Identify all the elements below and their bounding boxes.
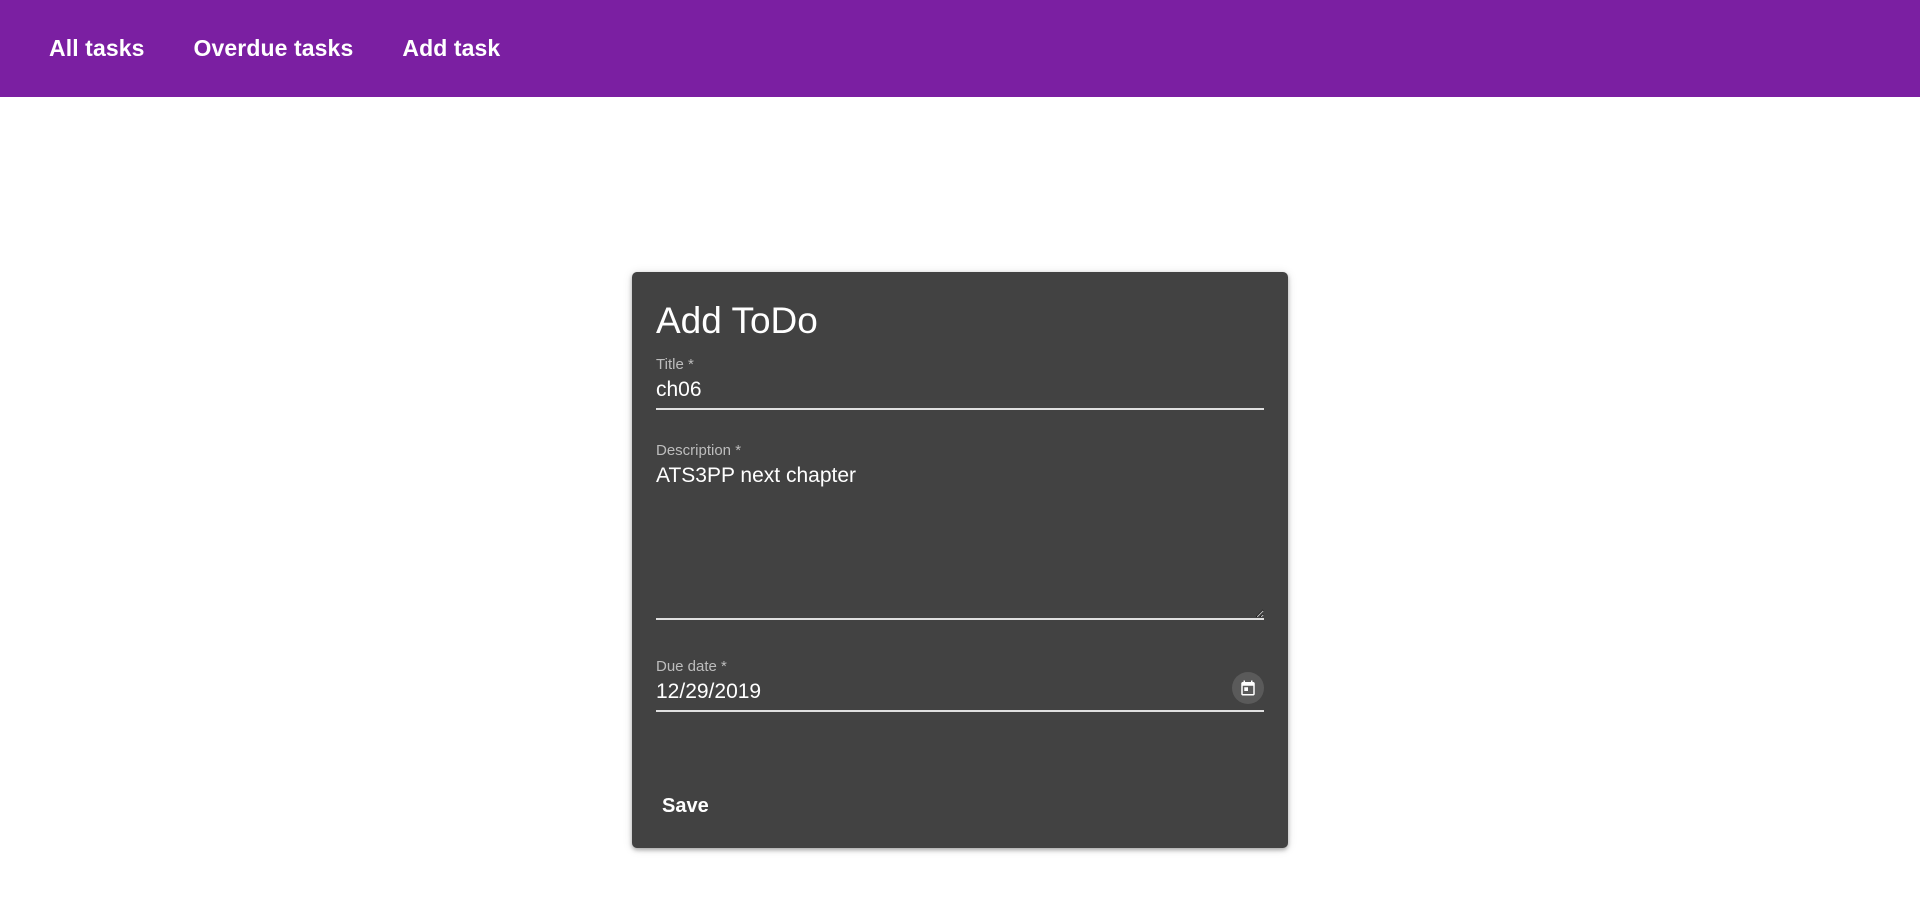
- title-input[interactable]: [656, 374, 1264, 410]
- description-field-label: Description *: [656, 442, 742, 459]
- description-textarea[interactable]: ATS3PP next chapter: [656, 460, 1264, 620]
- nav-add-task-link[interactable]: Add task: [385, 25, 517, 72]
- card-title: Add ToDo: [656, 300, 818, 341]
- calendar-icon: [1241, 680, 1255, 696]
- due-date-input[interactable]: [656, 676, 1264, 712]
- add-todo-card: Add ToDo Title * Description * ATS3PP ne…: [632, 272, 1288, 848]
- due-date-field-label: Due date *: [656, 658, 727, 675]
- due-date-field: Due date *: [656, 658, 1264, 712]
- title-field: Title *: [656, 356, 1264, 410]
- description-field: Description * ATS3PP next chapter: [656, 442, 1264, 620]
- calendar-picker-button[interactable]: [1232, 672, 1264, 704]
- top-nav-bar: All tasks Overdue tasks Add task: [0, 0, 1920, 97]
- save-button[interactable]: Save: [648, 785, 723, 828]
- nav-all-tasks-link[interactable]: All tasks: [32, 25, 162, 72]
- title-field-label: Title *: [656, 356, 694, 373]
- nav-overdue-tasks-link[interactable]: Overdue tasks: [177, 25, 371, 72]
